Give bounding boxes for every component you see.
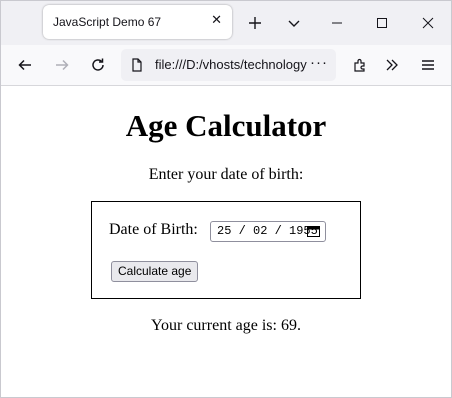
tab-bar: JavaScript Demo 67 ✕ — [1, 1, 451, 45]
minimize-icon[interactable] — [323, 10, 351, 36]
calculate-age-button[interactable]: Calculate age — [111, 261, 199, 282]
url-bar[interactable]: file:///D:/vhosts/technology ··· — [121, 49, 336, 81]
forward-arrow-icon[interactable] — [48, 51, 76, 79]
tab-title: JavaScript Demo 67 — [53, 15, 162, 29]
intro-text: Enter your date of birth: — [148, 166, 304, 183]
age-form: Date of Birth: 25 / 02 / 1955 Calculate … — [91, 201, 361, 299]
page-content: Age Calculator Enter your date of birth:… — [1, 86, 451, 397]
url-text[interactable]: file:///D:/vhosts/technology — [155, 57, 313, 72]
plus-icon[interactable] — [241, 10, 269, 36]
page-actions-icon[interactable]: ··· — [310, 54, 328, 71]
overflow-chevrons-icon[interactable] — [378, 51, 406, 79]
dob-label: Date of Birth: — [109, 221, 198, 238]
navigation-bar: file:///D:/vhosts/technology ··· — [1, 45, 451, 86]
dob-value: 25 / 02 / 1955 — [217, 224, 318, 238]
file-icon — [132, 58, 142, 72]
age-result: Your current age is: 69. — [151, 317, 301, 334]
calendar-icon[interactable] — [307, 225, 320, 237]
chevron-down-icon[interactable] — [280, 10, 308, 36]
browser-window: JavaScript Demo 67 ✕ file:///D:/vhosts/t… — [0, 0, 452, 398]
maximize-icon[interactable] — [368, 10, 396, 36]
dob-date-input[interactable]: 25 / 02 / 1955 — [210, 221, 326, 242]
menu-icon[interactable] — [414, 51, 442, 79]
page-title: Age Calculator — [125, 108, 327, 143]
extensions-icon[interactable] — [346, 51, 374, 79]
close-icon[interactable]: ✕ — [211, 12, 222, 28]
tab-active[interactable]: JavaScript Demo 67 ✕ — [43, 5, 232, 39]
back-arrow-icon[interactable] — [11, 51, 39, 79]
window-close-icon[interactable] — [414, 10, 442, 36]
reload-icon[interactable] — [84, 51, 112, 79]
